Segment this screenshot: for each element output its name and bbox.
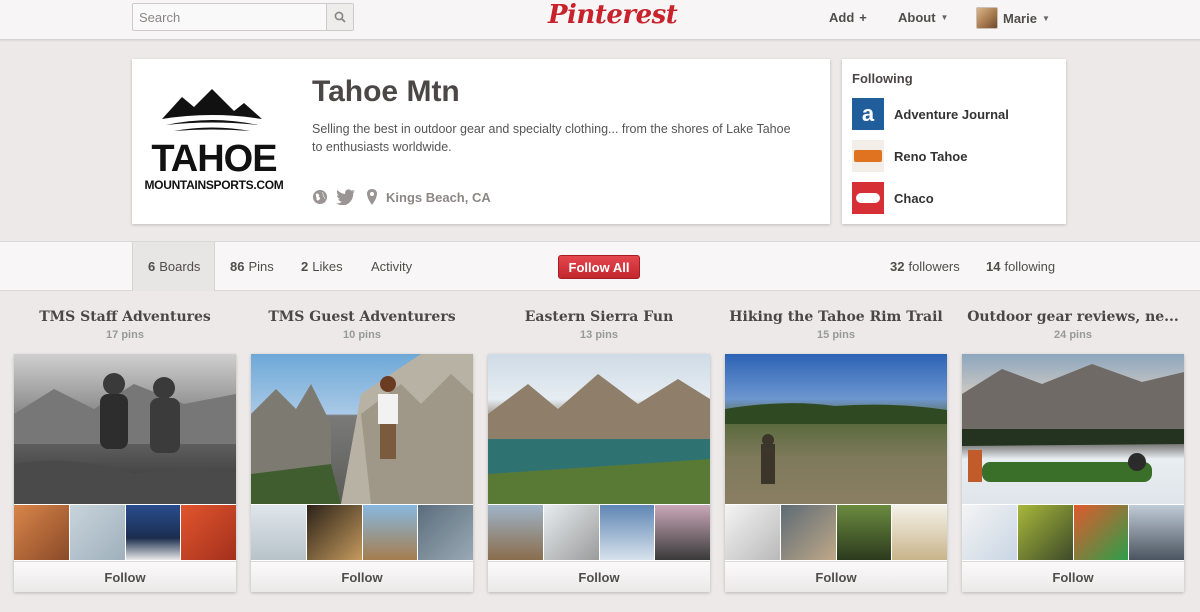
following-item-name: Reno Tahoe [894,148,968,164]
board-pin-count: 24 pins [1054,329,1092,341]
following-item[interactable]: a Adventure Journal [852,98,1052,130]
user-menu[interactable]: Marie ▼ [976,7,1050,29]
search-icon [334,11,346,23]
board-preview[interactable]: Follow [962,354,1184,592]
rock-climber-photo [251,354,473,504]
following-item-name: Chaco [894,190,934,206]
board-thumbnails [488,505,710,560]
pins-label: Pins [248,259,274,274]
activity-label: Activity [371,259,413,274]
about-label: About [898,10,936,25]
two-hikers-photo [14,373,236,504]
avatar [976,7,998,29]
location-pin-icon [367,189,377,205]
top-navigation-bar: Pinterest Add + About ▼ Marie ▼ [0,0,1200,40]
add-menu[interactable]: Add + [829,10,867,25]
board-title[interactable]: TMS Staff Adventures [14,306,236,328]
reno-tahoe-logo [852,140,884,172]
likes-label: Likes [312,259,343,274]
profile-location: Kings Beach, CA [386,189,491,205]
tab-activity[interactable]: Activity [356,242,427,291]
board-title[interactable]: Eastern Sierra Fun [488,306,710,328]
tab-pins[interactable]: 86 Pins [215,242,289,291]
adventure-journal-logo: a [852,98,884,130]
boards-count: 6 [148,259,156,274]
tab-likes[interactable]: 2 Likes [286,242,358,291]
following-title: Following [852,71,913,86]
board-preview[interactable]: Follow [488,354,710,592]
twitter-icon[interactable] [336,189,356,205]
board-pin-count: 10 pins [343,329,381,341]
tab-boards[interactable]: 6 Boards [132,242,215,291]
board-thumbnails [962,505,1184,560]
board-cover-image [488,354,710,504]
add-label: Add [829,10,855,25]
snow-camper-photo [962,364,1184,482]
board-pin-count: 15 pins [817,329,855,341]
search-input[interactable] [133,4,327,30]
search-button[interactable] [326,4,353,30]
following-count: 14 [986,259,1001,274]
boards-label: Boards [159,259,201,274]
logo-main-text: TAHOE [151,138,276,180]
profile-description: Selling the best in outdoor gear and spe… [312,122,791,154]
board-cover-image [725,354,947,504]
board-cover-image [251,354,473,504]
chevron-down-icon: ▼ [940,13,949,22]
board-cover-image [962,354,1184,504]
board-pin-count: 13 pins [580,329,618,341]
follow-board-button[interactable]: Follow [725,561,947,592]
follow-board-button[interactable]: Follow [488,561,710,592]
board-preview[interactable]: Follow [251,354,473,592]
following-panel: Following a Adventure Journal Reno Tahoe… [842,59,1066,224]
profile-name: Tahoe Mtn [312,75,460,108]
following-link[interactable]: 14 following [986,242,1055,291]
chaco-logo [852,182,884,214]
board-card: TMS Guest Adventurers 10 pins Follow [251,306,473,592]
followers-count: 32 [890,259,905,274]
mountain-lake-photo [488,374,710,504]
board-pin-count: 17 pins [106,329,144,341]
follow-board-button[interactable]: Follow [251,561,473,592]
profile-card: TAHOE MOUNTAINSPORTS.COM Tahoe Mtn Selli… [132,59,830,224]
user-name: Marie [1003,10,1037,26]
board-title[interactable]: TMS Guest Adventurers [251,306,473,328]
trail-hiker-photo [725,403,947,484]
pinterest-logo[interactable]: Pinterest [548,0,678,34]
followers-link[interactable]: 32 followers [890,242,960,291]
board-title[interactable]: Hiking the Tahoe Rim Trail [725,306,947,328]
logo-sub-text: MOUNTAINSPORTS.COM [144,178,283,192]
board-thumbnails [251,505,473,560]
following-item[interactable]: Reno Tahoe [852,140,1052,172]
board-card: Outdoor gear reviews, ne... 24 pins Foll… [962,306,1184,592]
followers-label: followers [908,259,960,274]
profile-links: Kings Beach, CA [312,189,491,205]
following-item-name: Adventure Journal [894,106,1009,122]
following-item[interactable]: Chaco [852,182,1052,214]
board-preview[interactable]: Follow [14,354,236,592]
follow-board-button[interactable]: Follow [962,561,1184,592]
board-title[interactable]: Outdoor gear reviews, ne... [962,306,1184,328]
board-card: Eastern Sierra Fun 13 pins Follow [488,306,710,592]
plus-icon: + [859,10,867,25]
likes-count: 2 [301,259,309,274]
profile-tab-bar: 6 Boards 86 Pins 2 Likes Activity Follow… [0,241,1200,291]
about-menu[interactable]: About ▼ [898,10,948,25]
board-preview[interactable]: Follow [725,354,947,592]
board-card: TMS Staff Adventures 17 pins Follow [14,306,236,592]
chevron-down-icon: ▼ [1041,13,1050,23]
board-cover-image [14,354,236,504]
tahoe-mountain-sports-logo: TAHOE MOUNTAINSPORTS.COM [144,89,284,192]
board-card: Hiking the Tahoe Rim Trail 15 pins Follo… [725,306,947,592]
follow-board-button[interactable]: Follow [14,561,236,592]
globe-icon[interactable] [312,189,328,205]
board-thumbnails [725,505,947,560]
pins-count: 86 [230,259,245,274]
board-thumbnails [14,505,236,560]
follow-all-button[interactable]: Follow All [558,255,640,279]
following-label: following [1004,259,1056,274]
search-box [132,3,354,31]
